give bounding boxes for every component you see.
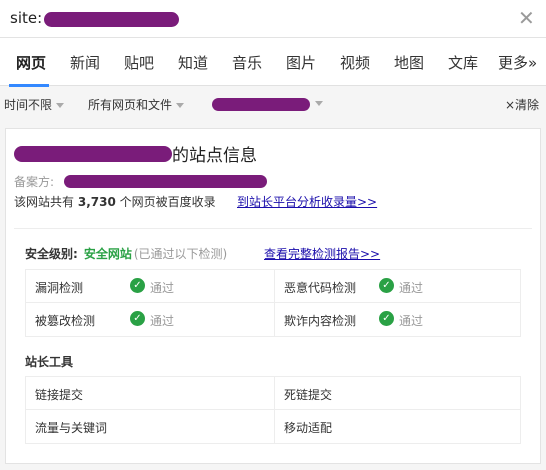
redacted-text xyxy=(14,146,172,162)
clear-search-icon[interactable]: ✕ xyxy=(518,6,535,30)
check-icon: ✓ xyxy=(130,278,145,293)
tab-tieba[interactable]: 贴吧 xyxy=(124,52,154,73)
webmaster-tools-table: 链接提交 死链提交 流量与关键词 移动适配 xyxy=(25,376,521,444)
type-filter[interactable]: 所有网页和文件 xyxy=(88,96,185,113)
tab-images[interactable]: 图片 xyxy=(286,52,316,73)
tab-video[interactable]: 视频 xyxy=(340,52,370,73)
table-row: 链接提交 死链提交 xyxy=(26,377,520,410)
tab-zhidao[interactable]: 知道 xyxy=(178,52,208,73)
site-info-title: 的站点信息 xyxy=(172,146,257,166)
check-status: 通过 xyxy=(399,314,424,328)
full-report-link[interactable]: 查看完整检测报告>> xyxy=(264,245,380,262)
check-label: 欺诈内容检测 xyxy=(284,314,357,328)
table-row: 被篡改检测 ✓ 通过 欺诈内容检测 ✓ 通过 xyxy=(26,303,520,336)
time-filter[interactable]: 时间不限 xyxy=(4,96,65,113)
table-row: 流量与关键词 移动适配 xyxy=(26,410,520,443)
security-check-table: 漏洞检测 ✓ 通过 恶意代码检测 ✓ 通过 被篡改检测 ✓ 通过 欺诈内容检测 … xyxy=(25,269,521,337)
tab-wenku[interactable]: 文库 xyxy=(448,52,478,73)
chevron-down-icon[interactable] xyxy=(315,101,323,106)
check-status: 通过 xyxy=(399,281,424,295)
deadlink-submit-link[interactable]: 死链提交 xyxy=(284,386,332,403)
webmaster-tools-title: 站长工具 xyxy=(25,355,74,369)
table-row: 漏洞检测 ✓ 通过 恶意代码检测 ✓ 通过 xyxy=(26,270,520,303)
check-icon: ✓ xyxy=(379,278,394,293)
beian-label: 备案方: xyxy=(14,175,55,189)
check-status: 通过 xyxy=(150,314,175,328)
tab-web[interactable]: 网页 xyxy=(16,52,46,73)
check-icon: ✓ xyxy=(130,311,145,326)
search-tabs: 网页 新闻 贴吧 知道 音乐 图片 视频 地图 文库 更多» xyxy=(0,38,546,86)
check-label: 被篡改检测 xyxy=(35,314,96,328)
mobile-adapt-link[interactable]: 移动适配 xyxy=(284,419,332,436)
chevron-down-icon xyxy=(176,103,185,108)
check-icon: ✓ xyxy=(379,311,394,326)
security-level: 安全级别: 安全网站 (已通过以下检测) xyxy=(25,247,228,261)
search-input[interactable]: site: xyxy=(10,9,42,27)
redacted-text xyxy=(64,175,267,188)
tab-more[interactable]: 更多» xyxy=(498,52,537,73)
redacted-text xyxy=(212,98,310,111)
tab-music[interactable]: 音乐 xyxy=(232,52,262,73)
link-submit-link[interactable]: 链接提交 xyxy=(35,386,83,403)
check-status: 通过 xyxy=(150,281,175,295)
clear-filters-button[interactable]: ×清除 xyxy=(505,96,539,113)
redacted-text xyxy=(44,12,179,27)
tab-news[interactable]: 新闻 xyxy=(70,52,100,73)
search-bar[interactable]: site: ✕ xyxy=(0,0,546,38)
traffic-keywords-link[interactable]: 流量与关键词 xyxy=(35,419,107,436)
indexed-count-text: 该网站共有 3,730 个网页被百度收录 xyxy=(14,195,216,209)
divider xyxy=(14,228,532,229)
check-label: 恶意代码检测 xyxy=(284,281,357,295)
active-tab-indicator xyxy=(9,84,49,87)
webmaster-analysis-link[interactable]: 到站长平台分析收录量>> xyxy=(237,193,377,210)
check-label: 漏洞检测 xyxy=(35,281,84,295)
tab-map[interactable]: 地图 xyxy=(394,52,424,73)
chevron-down-icon xyxy=(56,103,65,108)
